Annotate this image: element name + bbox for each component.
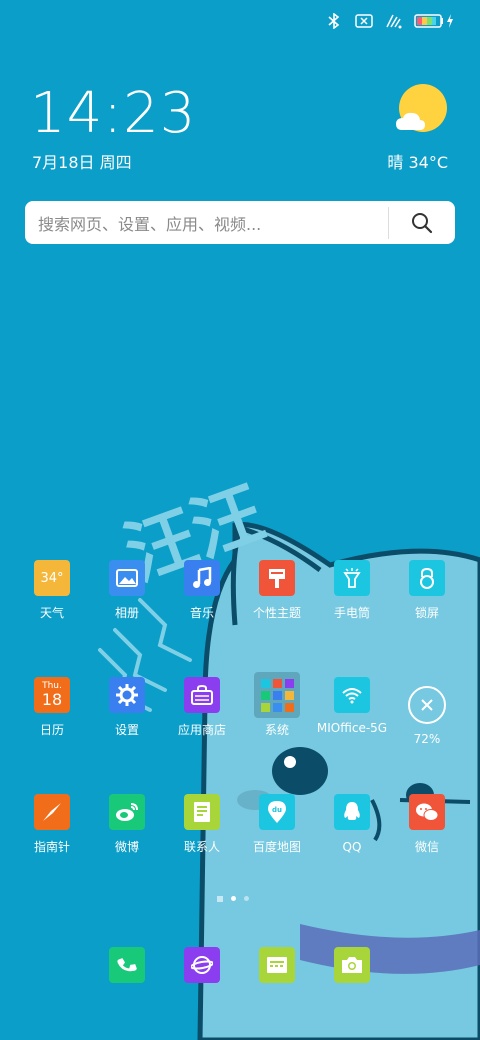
app-music[interactable]: 音乐 xyxy=(162,560,242,621)
weather-summary[interactable]: 晴 34°C xyxy=(387,149,448,173)
wifi-icon xyxy=(334,677,370,713)
app-weibo[interactable]: 微博 xyxy=(87,794,167,855)
gallery-icon xyxy=(109,560,145,596)
search-icon xyxy=(412,212,433,233)
battery-icon xyxy=(414,11,444,31)
page-indicator-menu[interactable] xyxy=(217,897,223,900)
app-label: 日历 xyxy=(39,723,64,737)
app-store-icon xyxy=(184,677,220,713)
clock-time[interactable]: 14:23 xyxy=(30,86,196,142)
app-label: 相册 xyxy=(114,606,139,620)
app-label: 个性主题 xyxy=(252,606,301,620)
weather-icon-temp: 34° xyxy=(40,570,64,586)
clock-date[interactable]: 7月18日 周四 xyxy=(32,149,132,173)
app-gallery[interactable]: 相册 xyxy=(87,560,167,621)
dock-phone[interactable] xyxy=(87,947,167,983)
camera-icon xyxy=(334,947,370,983)
flashlight-icon xyxy=(334,560,370,596)
messages-icon xyxy=(259,947,295,983)
app-wechat[interactable]: 微信 xyxy=(387,794,467,855)
app-label: 手电筒 xyxy=(333,606,370,620)
app-qq[interactable]: QQ xyxy=(312,794,392,855)
app-label: 设置 xyxy=(114,723,139,737)
app-label: 指南针 xyxy=(33,840,70,854)
browser-icon xyxy=(184,947,220,983)
app-label: 应用商店 xyxy=(177,723,226,737)
search-bar[interactable]: 搜索网页、设置、应用、视频... xyxy=(25,201,455,244)
sim-disabled-icon xyxy=(354,11,374,31)
wechat-icon xyxy=(409,794,445,830)
app-baidu-map[interactable]: du 百度地图 xyxy=(237,794,317,855)
app-label: QQ xyxy=(342,840,362,854)
qq-icon xyxy=(334,794,370,830)
page-indicator-dot[interactable] xyxy=(244,896,249,901)
app-themes[interactable]: 个性主题 xyxy=(237,560,317,621)
app-compass[interactable]: 指南针 xyxy=(12,794,92,855)
app-contacts[interactable]: 联系人 xyxy=(162,794,242,855)
page-indicator[interactable] xyxy=(217,896,249,901)
bluetooth-icon xyxy=(324,11,344,31)
lock-icon xyxy=(409,560,445,596)
app-label: 百度地图 xyxy=(252,840,301,854)
weather-icon: 34° xyxy=(34,560,70,596)
page-indicator-dot[interactable] xyxy=(231,896,236,901)
app-label: 音乐 xyxy=(189,606,214,620)
status-bar xyxy=(324,10,454,32)
app-label: 72% xyxy=(413,732,441,746)
calendar-day: 18 xyxy=(41,690,63,709)
search-button[interactable] xyxy=(389,201,455,244)
signal-icon xyxy=(384,11,404,31)
app-label: 天气 xyxy=(39,606,64,620)
dock-messages[interactable] xyxy=(237,947,317,983)
app-lock-screen[interactable]: 锁屏 xyxy=(387,560,467,621)
dock-browser[interactable] xyxy=(162,947,242,983)
calendar-icon: Thu. 18 xyxy=(34,677,70,713)
dock-camera[interactable] xyxy=(312,947,392,983)
app-label: 联系人 xyxy=(183,840,220,854)
music-icon xyxy=(184,560,220,596)
app-cleaner[interactable]: 72% xyxy=(387,686,467,747)
app-label: 系统 xyxy=(264,723,289,737)
compass-icon xyxy=(34,794,70,830)
app-wifi-toggle[interactable]: MIOffice-5G xyxy=(312,677,392,736)
app-weather[interactable]: 34° 天气 xyxy=(12,560,92,621)
svg-text:du: du xyxy=(272,806,282,814)
search-input[interactable]: 搜索网页、设置、应用、视频... xyxy=(25,211,388,235)
app-flashlight[interactable]: 手电筒 xyxy=(312,560,392,621)
charging-icon xyxy=(446,11,454,31)
app-label: MIOffice-5G xyxy=(316,721,388,735)
settings-icon xyxy=(109,677,145,713)
themes-icon xyxy=(259,560,295,596)
phone-icon xyxy=(109,947,145,983)
app-label: 锁屏 xyxy=(414,606,439,620)
system-folder-icon xyxy=(254,672,300,718)
app-system-folder[interactable]: 系统 xyxy=(237,672,317,738)
app-label: 微信 xyxy=(414,840,439,854)
cleaner-icon xyxy=(408,686,446,724)
app-label: 微博 xyxy=(114,840,139,854)
contacts-icon xyxy=(184,794,220,830)
app-calendar[interactable]: Thu. 18 日历 xyxy=(12,677,92,738)
app-settings[interactable]: 设置 xyxy=(87,677,167,738)
weibo-icon xyxy=(109,794,145,830)
app-store[interactable]: 应用商店 xyxy=(162,677,242,738)
sunny-cloud-icon[interactable] xyxy=(392,84,450,136)
baidu-map-icon: du xyxy=(259,794,295,830)
